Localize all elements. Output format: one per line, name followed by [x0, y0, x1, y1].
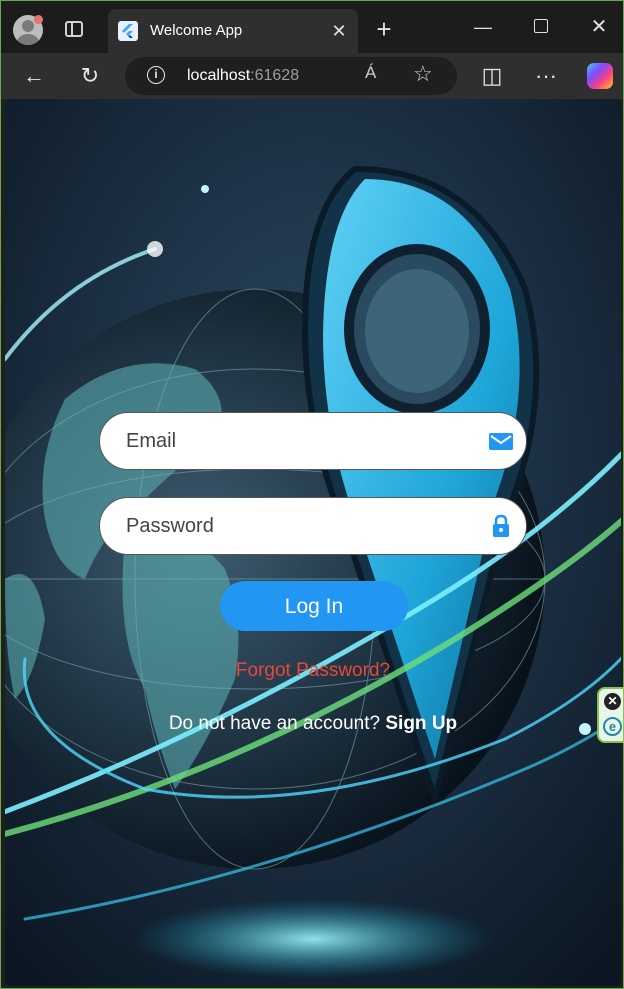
browser-window: Welcome App ✕ + — ✕ ← ↻ i localhost:6162… — [0, 0, 624, 989]
favorite-star-icon[interactable]: ☆ — [413, 61, 433, 87]
tab-close-icon[interactable]: ✕ — [328, 20, 350, 42]
read-aloud-icon[interactable]: Á — [365, 63, 376, 83]
flutter-icon — [118, 21, 138, 41]
notification-dot — [34, 15, 43, 24]
minimize-icon[interactable]: — — [469, 13, 497, 41]
forgot-password-link[interactable]: Forgot Password? — [5, 660, 621, 682]
mail-icon — [489, 433, 513, 450]
split-screen-icon[interactable]: ◫ — [477, 61, 507, 91]
browser-toolbar: ← ↻ i localhost:61628 Á ☆ ◫ ··· — [1, 53, 623, 99]
copilot-icon[interactable] — [587, 63, 613, 89]
no-account-text: Do not have an account? — [168, 713, 386, 734]
tab-actions-icon[interactable] — [65, 21, 83, 37]
new-tab-icon[interactable]: + — [371, 16, 397, 42]
login-button[interactable]: Log In — [220, 581, 408, 631]
tab-strip: Welcome App ✕ + — ✕ — [1, 1, 623, 53]
back-icon[interactable]: ← — [19, 61, 49, 91]
page-viewport: Log In Forgot Password? Do not have an a… — [5, 99, 621, 986]
lock-icon — [493, 514, 509, 537]
extension-logo-icon[interactable]: e — [603, 717, 622, 736]
tab-title: Welcome App — [150, 22, 243, 39]
signup-link[interactable]: Sign Up — [385, 713, 457, 734]
address-bar[interactable]: i localhost:61628 Á ☆ — [125, 57, 457, 95]
window-close-icon[interactable]: ✕ — [585, 13, 613, 41]
url-port: :61628 — [250, 67, 300, 84]
password-input[interactable] — [124, 498, 468, 555]
extension-widget[interactable]: ✕ e — [597, 687, 624, 743]
extension-close-icon[interactable]: ✕ — [604, 693, 621, 710]
email-field[interactable] — [99, 412, 527, 470]
url-text[interactable]: localhost:61628 — [187, 67, 299, 85]
signup-prompt: Do not have an account? Sign Up — [5, 713, 621, 735]
more-icon[interactable]: ··· — [531, 61, 561, 91]
site-info-icon[interactable]: i — [147, 66, 165, 84]
maximize-icon[interactable] — [534, 19, 548, 33]
browser-tab[interactable]: Welcome App ✕ — [108, 9, 358, 53]
password-field[interactable] — [99, 497, 527, 555]
url-host: localhost — [187, 67, 251, 84]
email-input[interactable] — [124, 413, 468, 470]
refresh-icon[interactable]: ↻ — [75, 61, 105, 91]
